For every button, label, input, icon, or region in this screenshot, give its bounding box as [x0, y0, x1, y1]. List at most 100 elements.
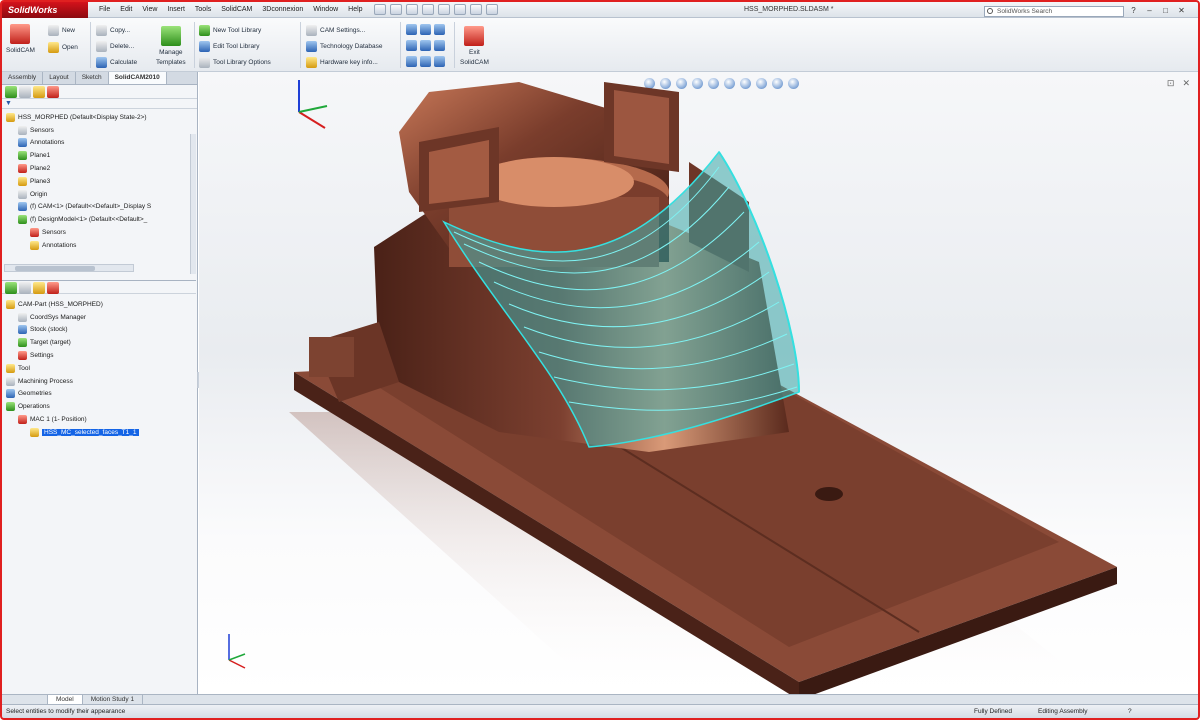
tab-model[interactable]: Model: [48, 695, 83, 704]
undo-icon[interactable]: [437, 4, 450, 15]
tab-motion-study[interactable]: Motion Study 1: [83, 695, 144, 704]
feature-tree-vscroll[interactable]: [190, 134, 196, 274]
tab-sketch[interactable]: Sketch: [76, 72, 109, 84]
menu-edit[interactable]: Edit: [115, 2, 137, 18]
edit-tool-library-button[interactable]: Edit Tool Library: [199, 41, 260, 52]
configuration-manager-icon[interactable]: [33, 282, 45, 294]
calculate-button[interactable]: Calculate: [96, 57, 137, 68]
new-doc-icon[interactable]: [373, 4, 386, 15]
hardware-key-info-button[interactable]: Hardware key info...: [306, 57, 378, 68]
filter-icon[interactable]: ▼: [2, 99, 197, 109]
feature-tree-node[interactable]: Sensors: [2, 226, 197, 239]
delete-label: Delete...: [110, 43, 135, 50]
cam-tree-node[interactable]: MAC 1 (1- Position): [2, 413, 196, 426]
feature-tree-node[interactable]: Origin: [2, 188, 197, 201]
select-icon[interactable]: [453, 4, 466, 15]
cam-tree-node[interactable]: Tool: [2, 362, 196, 375]
save-icon[interactable]: [405, 4, 418, 15]
cam-tree-node[interactable]: CAM-Part (HSS_MORPHED): [2, 298, 196, 311]
feature-manager-icon[interactable]: [5, 282, 17, 294]
feature-tree-node[interactable]: Annotations: [2, 137, 197, 150]
configuration-manager-icon[interactable]: [33, 86, 45, 98]
feature-tree-node[interactable]: Plane2: [2, 162, 197, 175]
open-folder-icon[interactable]: [389, 4, 402, 15]
new-button[interactable]: New: [48, 25, 75, 36]
minimize-icon[interactable]: –: [1144, 6, 1155, 16]
menu-view[interactable]: View: [137, 2, 162, 18]
print-icon[interactable]: [421, 4, 434, 15]
view-back-icon[interactable]: [406, 40, 417, 51]
property-manager-icon[interactable]: [19, 86, 31, 98]
view-top-icon[interactable]: [420, 24, 431, 35]
view-iso-icon[interactable]: [406, 56, 417, 67]
tab-layout[interactable]: Layout: [43, 72, 76, 84]
help-icon[interactable]: ?: [1128, 708, 1132, 715]
technology-database-button[interactable]: Technology Database: [306, 41, 383, 52]
feature-tree-node-label: Plane2: [30, 165, 51, 173]
cam-tree-node[interactable]: Geometries: [2, 388, 196, 401]
cam-tree-node[interactable]: Target (target): [2, 336, 196, 349]
tab-solidcam2010[interactable]: SolidCAM2010: [108, 72, 167, 84]
solidcam-button[interactable]: SolidCAM: [6, 24, 35, 54]
cam-tree-node[interactable]: Operations: [2, 400, 196, 413]
status-fully-defined: Fully Defined: [974, 708, 1012, 715]
model-tabs: Model Motion Study 1: [2, 694, 1198, 704]
feature-tree-hscroll[interactable]: [4, 264, 134, 272]
maximize-icon[interactable]: □: [1160, 6, 1171, 16]
menu-solidcam[interactable]: SolidCAM: [216, 2, 257, 18]
delete-button[interactable]: Delete...: [96, 41, 134, 52]
tool-library-options-button[interactable]: Tool Library Options: [199, 57, 271, 68]
view-dimetric-icon[interactable]: [420, 56, 431, 67]
view-front-icon[interactable]: [406, 24, 417, 35]
feature-tree-node[interactable]: Sensors: [2, 124, 197, 137]
close-icon[interactable]: ✕: [1176, 6, 1187, 16]
rebuild-icon[interactable]: [469, 4, 482, 15]
copy-button[interactable]: Copy...: [96, 25, 130, 36]
cam-tree-node[interactable]: HSS_MC_selected_faces_T1_1: [2, 426, 196, 439]
cam-settings-button[interactable]: CAM Settings...: [306, 25, 365, 36]
open-button[interactable]: Open: [48, 42, 78, 53]
view-trimetric-icon[interactable]: [434, 56, 445, 67]
cam-tree-node[interactable]: Settings: [2, 349, 196, 362]
manage-templates-icon: [160, 26, 181, 46]
feature-tree-node[interactable]: Plane3: [2, 175, 197, 188]
manage-templates-button[interactable]: Manage Templates: [156, 26, 186, 66]
feature-tree-node[interactable]: HSS_MORPHED (Default<Display State-2>): [2, 111, 197, 124]
edit-tool-library-label: Edit Tool Library: [213, 43, 260, 50]
menu-window[interactable]: Window: [308, 2, 343, 18]
menu-help[interactable]: Help: [343, 2, 367, 18]
property-manager-icon[interactable]: [19, 282, 31, 294]
options-icon[interactable]: [485, 4, 498, 15]
solidcam-manager-icon[interactable]: [47, 282, 59, 294]
cam-tree-node[interactable]: Machining Process: [2, 375, 196, 388]
feature-tree-node-icon: [18, 176, 27, 186]
solidworks-logo[interactable]: SolidWorks: [2, 1, 88, 18]
feature-tree-node-label: Origin: [30, 190, 48, 198]
solidcam-manager-icon[interactable]: [47, 86, 59, 98]
view-bottom-icon[interactable]: [420, 40, 431, 51]
menu-insert[interactable]: Insert: [162, 2, 190, 18]
feature-tree-node[interactable]: Plane1: [2, 149, 197, 162]
cam-tree-node[interactable]: CoordSys Manager: [2, 311, 196, 324]
new-tool-library-button[interactable]: New Tool Library: [199, 25, 261, 36]
feature-manager-icon[interactable]: [5, 86, 17, 98]
graphics-viewport[interactable]: ⊡ ✕: [199, 72, 1198, 694]
feature-tree-node[interactable]: Annotations: [2, 239, 197, 252]
search-input[interactable]: SolidWorks Search: [984, 6, 1124, 17]
tab-assembly[interactable]: Assembly: [2, 72, 44, 84]
feature-tree-node[interactable]: (f) DesignModel<1> (Default<<Default>_: [2, 213, 197, 226]
exit-solidcam-button[interactable]: Exit SolidCAM: [460, 26, 489, 66]
feature-tree-node[interactable]: (f) CAM<1> (Default<<Default>_Display S: [2, 201, 197, 214]
calculate-icon: [96, 57, 107, 68]
menu-tools[interactable]: Tools: [190, 2, 216, 18]
menu-file[interactable]: File: [94, 2, 115, 18]
view-right-icon[interactable]: [434, 24, 445, 35]
help-icon[interactable]: ?: [1128, 6, 1139, 16]
tab-scroll[interactable]: [2, 695, 48, 704]
left-panel: Assembly Layout Sketch SolidCAM2010 ▼ HS…: [2, 72, 203, 694]
menu-3dconnexion[interactable]: 3Dconnexion: [257, 2, 308, 18]
view-left-icon[interactable]: [434, 40, 445, 51]
manager-tabs: [2, 85, 197, 99]
cam-tree-node[interactable]: Stock (stock): [2, 324, 196, 337]
ribbon-separator: [194, 22, 195, 68]
